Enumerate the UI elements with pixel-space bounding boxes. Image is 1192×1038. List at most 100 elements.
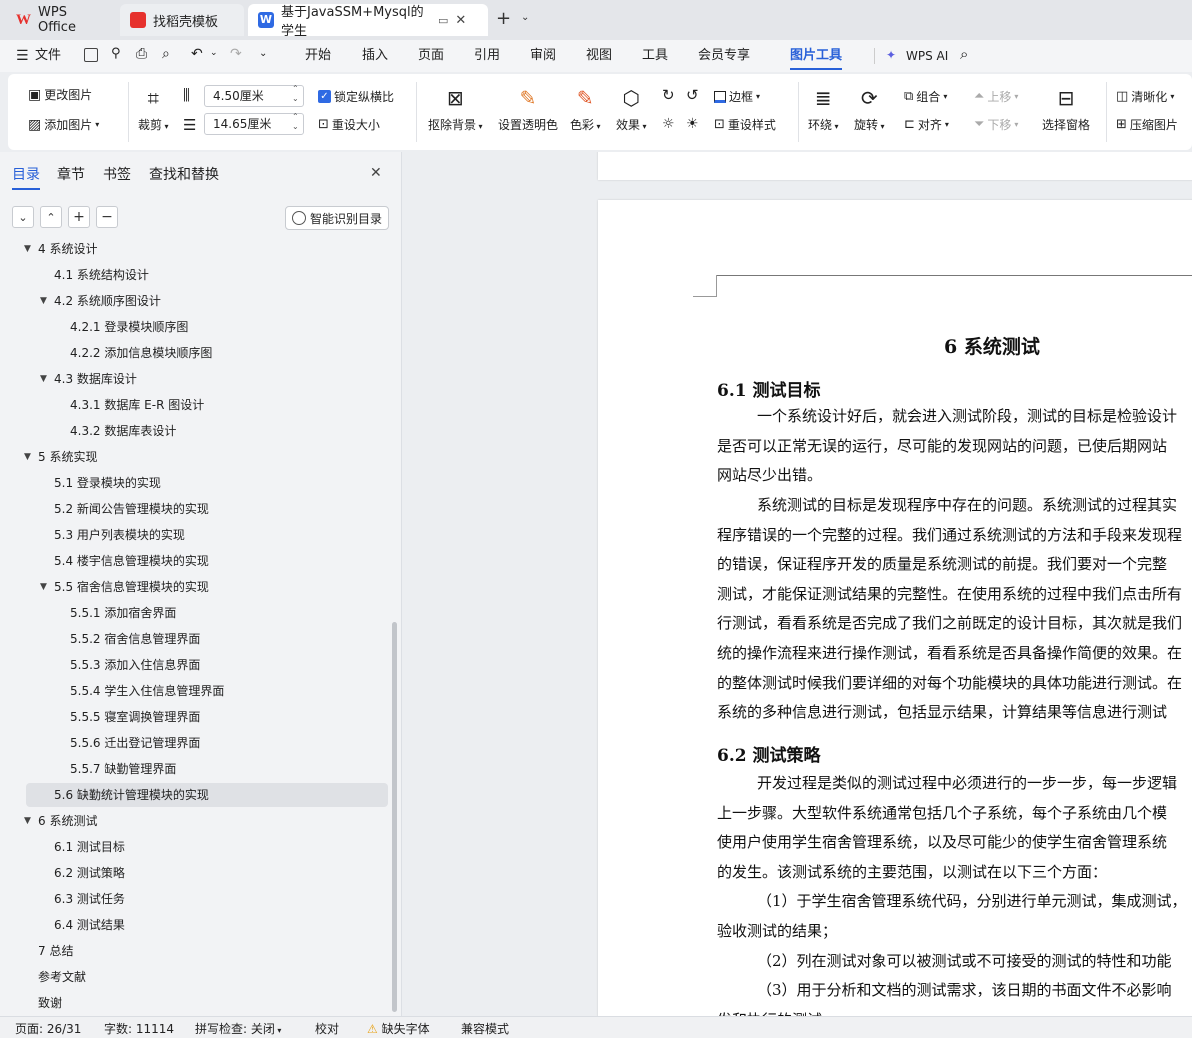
- expand-triangle-icon[interactable]: ▼: [40, 367, 47, 391]
- menu-page[interactable]: 页面: [418, 40, 444, 72]
- undo-dropdown-icon[interactable]: ⌄: [210, 48, 218, 58]
- menu-home[interactable]: 开始: [305, 40, 331, 72]
- share-icon[interactable]: ⚲: [111, 46, 121, 61]
- menu-review[interactable]: 审阅: [530, 40, 556, 72]
- add-picture-button[interactable]: ▨ 添加图片 ▾: [28, 116, 99, 133]
- menu-file[interactable]: 文件: [35, 40, 61, 72]
- tab-bookmarks[interactable]: 书签: [103, 164, 131, 184]
- expand-down-button[interactable]: ⌄: [12, 206, 34, 228]
- remove-background-button[interactable]: ⊠ 抠除背景 ▾: [428, 86, 483, 133]
- tab-find-replace[interactable]: 查找和替换: [149, 164, 219, 184]
- proofread-button[interactable]: 校对: [315, 1020, 339, 1037]
- set-transparent-button[interactable]: ✎ 设置透明色: [498, 86, 558, 133]
- toc-item[interactable]: ▼ 4.3 数据库设计: [0, 367, 392, 391]
- rotate-left-icon[interactable]: ↺: [686, 86, 699, 104]
- print-icon[interactable]: ⎙: [136, 46, 147, 62]
- crop-button[interactable]: ⌗ 裁剪 ▾: [138, 86, 169, 133]
- toc-item[interactable]: ▼ 6 系统测试: [0, 809, 392, 833]
- toc-item[interactable]: 7 总结: [0, 939, 392, 963]
- toc-item[interactable]: ▼ 4 系统设计: [0, 240, 392, 261]
- toc-item[interactable]: 5.5.2 宿舍信息管理界面: [0, 627, 392, 651]
- save-icon[interactable]: [84, 48, 98, 62]
- toc-item[interactable]: ▼ 4.2 系统顺序图设计: [0, 289, 392, 313]
- move-up-button[interactable]: ⏶ 上移 ▾: [974, 88, 1018, 105]
- more-chevron-icon[interactable]: ⌄: [259, 48, 267, 59]
- toc-item[interactable]: 5.1 登录模块的实现: [0, 471, 392, 495]
- tab-list-chevron-icon[interactable]: ⌄: [521, 12, 529, 23]
- menu-vip[interactable]: 会员专享: [698, 40, 750, 72]
- search-icon[interactable]: ⌕: [960, 45, 968, 63]
- smart-toc-button[interactable]: 智能识别目录: [285, 206, 389, 230]
- expand-triangle-icon[interactable]: ▼: [40, 575, 47, 599]
- new-tab-button[interactable]: +: [496, 8, 511, 29]
- wrap-button[interactable]: ≣ 环绕 ▾: [808, 86, 839, 133]
- toc-item[interactable]: 4.2.2 添加信息模块顺序图: [0, 341, 392, 365]
- page-indicator[interactable]: 页面: 26/31: [15, 1020, 81, 1037]
- compress-picture-button[interactable]: ⊞ 压缩图片: [1116, 116, 1178, 133]
- rotate-right-icon[interactable]: ↻: [662, 86, 675, 104]
- tab-chapters[interactable]: 章节: [57, 164, 85, 184]
- toc-item[interactable]: 5.5.5 寝室调换管理界面: [0, 705, 392, 729]
- expand-triangle-icon[interactable]: ▼: [24, 240, 31, 261]
- menu-wps-ai[interactable]: WPS AI: [906, 40, 948, 72]
- remove-heading-button[interactable]: −: [96, 206, 118, 228]
- word-count[interactable]: 字数: 11114: [104, 1020, 174, 1037]
- reset-style-button[interactable]: ⊡ 重设样式: [714, 116, 776, 133]
- menu-view[interactable]: 视图: [586, 40, 612, 72]
- tab-wps-office[interactable]: W WPS Office: [6, 4, 112, 36]
- tab-template[interactable]: 找稻壳模板: [120, 4, 244, 36]
- border-button[interactable]: 边框 ▾: [714, 88, 760, 105]
- toc-item[interactable]: 6.2 测试策略: [0, 861, 392, 885]
- toc-item[interactable]: 5.5.4 学生入住信息管理界面: [0, 679, 392, 703]
- selection-pane-button[interactable]: ⊟ 选择窗格: [1042, 86, 1090, 133]
- toc-item[interactable]: 5.2 新闻公告管理模块的实现: [0, 497, 392, 521]
- height-input[interactable]: 14.65厘米: [204, 112, 304, 135]
- spell-check-toggle[interactable]: 拼写检查: 关闭 ▾: [195, 1020, 281, 1037]
- width-input[interactable]: 4.50厘米: [204, 84, 304, 107]
- missing-font-button[interactable]: ⚠ 缺失字体: [367, 1020, 430, 1037]
- menu-insert[interactable]: 插入: [362, 40, 388, 72]
- toc-item[interactable]: 5.4 楼宇信息管理模块的实现: [0, 549, 392, 573]
- toc-item[interactable]: 6.3 测试任务: [0, 887, 392, 911]
- expand-triangle-icon[interactable]: ▼: [24, 809, 31, 833]
- tab-toc[interactable]: 目录: [12, 164, 40, 190]
- toc-item[interactable]: ▼ 5 系统实现: [0, 445, 392, 469]
- toc-item[interactable]: 4.2.1 登录模块顺序图: [0, 315, 392, 339]
- expand-triangle-icon[interactable]: ▼: [24, 445, 31, 469]
- expand-triangle-icon[interactable]: ▼: [40, 289, 47, 313]
- rotate-button[interactable]: ⟳ 旋转 ▾: [854, 86, 885, 133]
- toc-item[interactable]: 5.5.7 缺勤管理界面: [0, 757, 392, 781]
- toc-item[interactable]: 5.3 用户列表模块的实现: [0, 523, 392, 547]
- toc-item[interactable]: ▼ 5.5 宿舍信息管理模块的实现: [0, 575, 392, 599]
- print-preview-icon[interactable]: ⌕: [162, 46, 170, 62]
- menu-tools[interactable]: 工具: [642, 40, 668, 72]
- toc-item[interactable]: 4.1 系统结构设计: [0, 263, 392, 287]
- tab-document[interactable]: W 基于JavaSSM+Mysql的学生 ▭ ✕: [248, 4, 488, 39]
- resize-button[interactable]: ⊡ 重设大小: [318, 116, 380, 133]
- move-down-button[interactable]: ⏷ 下移 ▾: [974, 116, 1018, 133]
- add-heading-button[interactable]: +: [68, 206, 90, 228]
- brightness-up-icon[interactable]: ☼: [662, 116, 675, 132]
- toc-item[interactable]: 4.3.1 数据库 E-R 图设计: [0, 393, 392, 417]
- lock-ratio-checkbox[interactable]: ✓ 锁定纵横比: [318, 88, 394, 105]
- collapse-up-button[interactable]: ⌃: [40, 206, 62, 228]
- toc-item[interactable]: 致谢: [0, 991, 392, 1015]
- close-panel-icon[interactable]: ✕: [370, 165, 382, 181]
- menu-reference[interactable]: 引用: [474, 40, 500, 72]
- align-button[interactable]: ⊏ 对齐 ▾: [904, 116, 949, 133]
- menu-picture-tools[interactable]: 图片工具: [790, 40, 843, 72]
- toc-item[interactable]: 参考文献: [0, 965, 392, 989]
- toc-scrollbar[interactable]: [392, 622, 397, 1012]
- screen-icon[interactable]: ▭: [438, 14, 448, 27]
- toc-item[interactable]: 5.5.6 迁出登记管理界面: [0, 731, 392, 755]
- clarity-button[interactable]: ◫ 清晰化 ▾: [1116, 88, 1174, 105]
- redo-icon[interactable]: ↷: [230, 46, 242, 62]
- toc-item[interactable]: 5.5.3 添加入住信息界面: [0, 653, 392, 677]
- toc-item[interactable]: 6.1 测试目标: [0, 835, 392, 859]
- toc-item[interactable]: 4.3.2 数据库表设计: [0, 419, 392, 443]
- toc-item[interactable]: 5.5.1 添加宿舍界面: [0, 601, 392, 625]
- close-tab-icon[interactable]: ✕: [455, 13, 466, 28]
- hamburger-icon[interactable]: ☰: [16, 48, 29, 64]
- effects-button[interactable]: ⬡ 效果 ▾: [616, 86, 647, 133]
- change-picture-button[interactable]: ▣ 更改图片: [28, 86, 92, 103]
